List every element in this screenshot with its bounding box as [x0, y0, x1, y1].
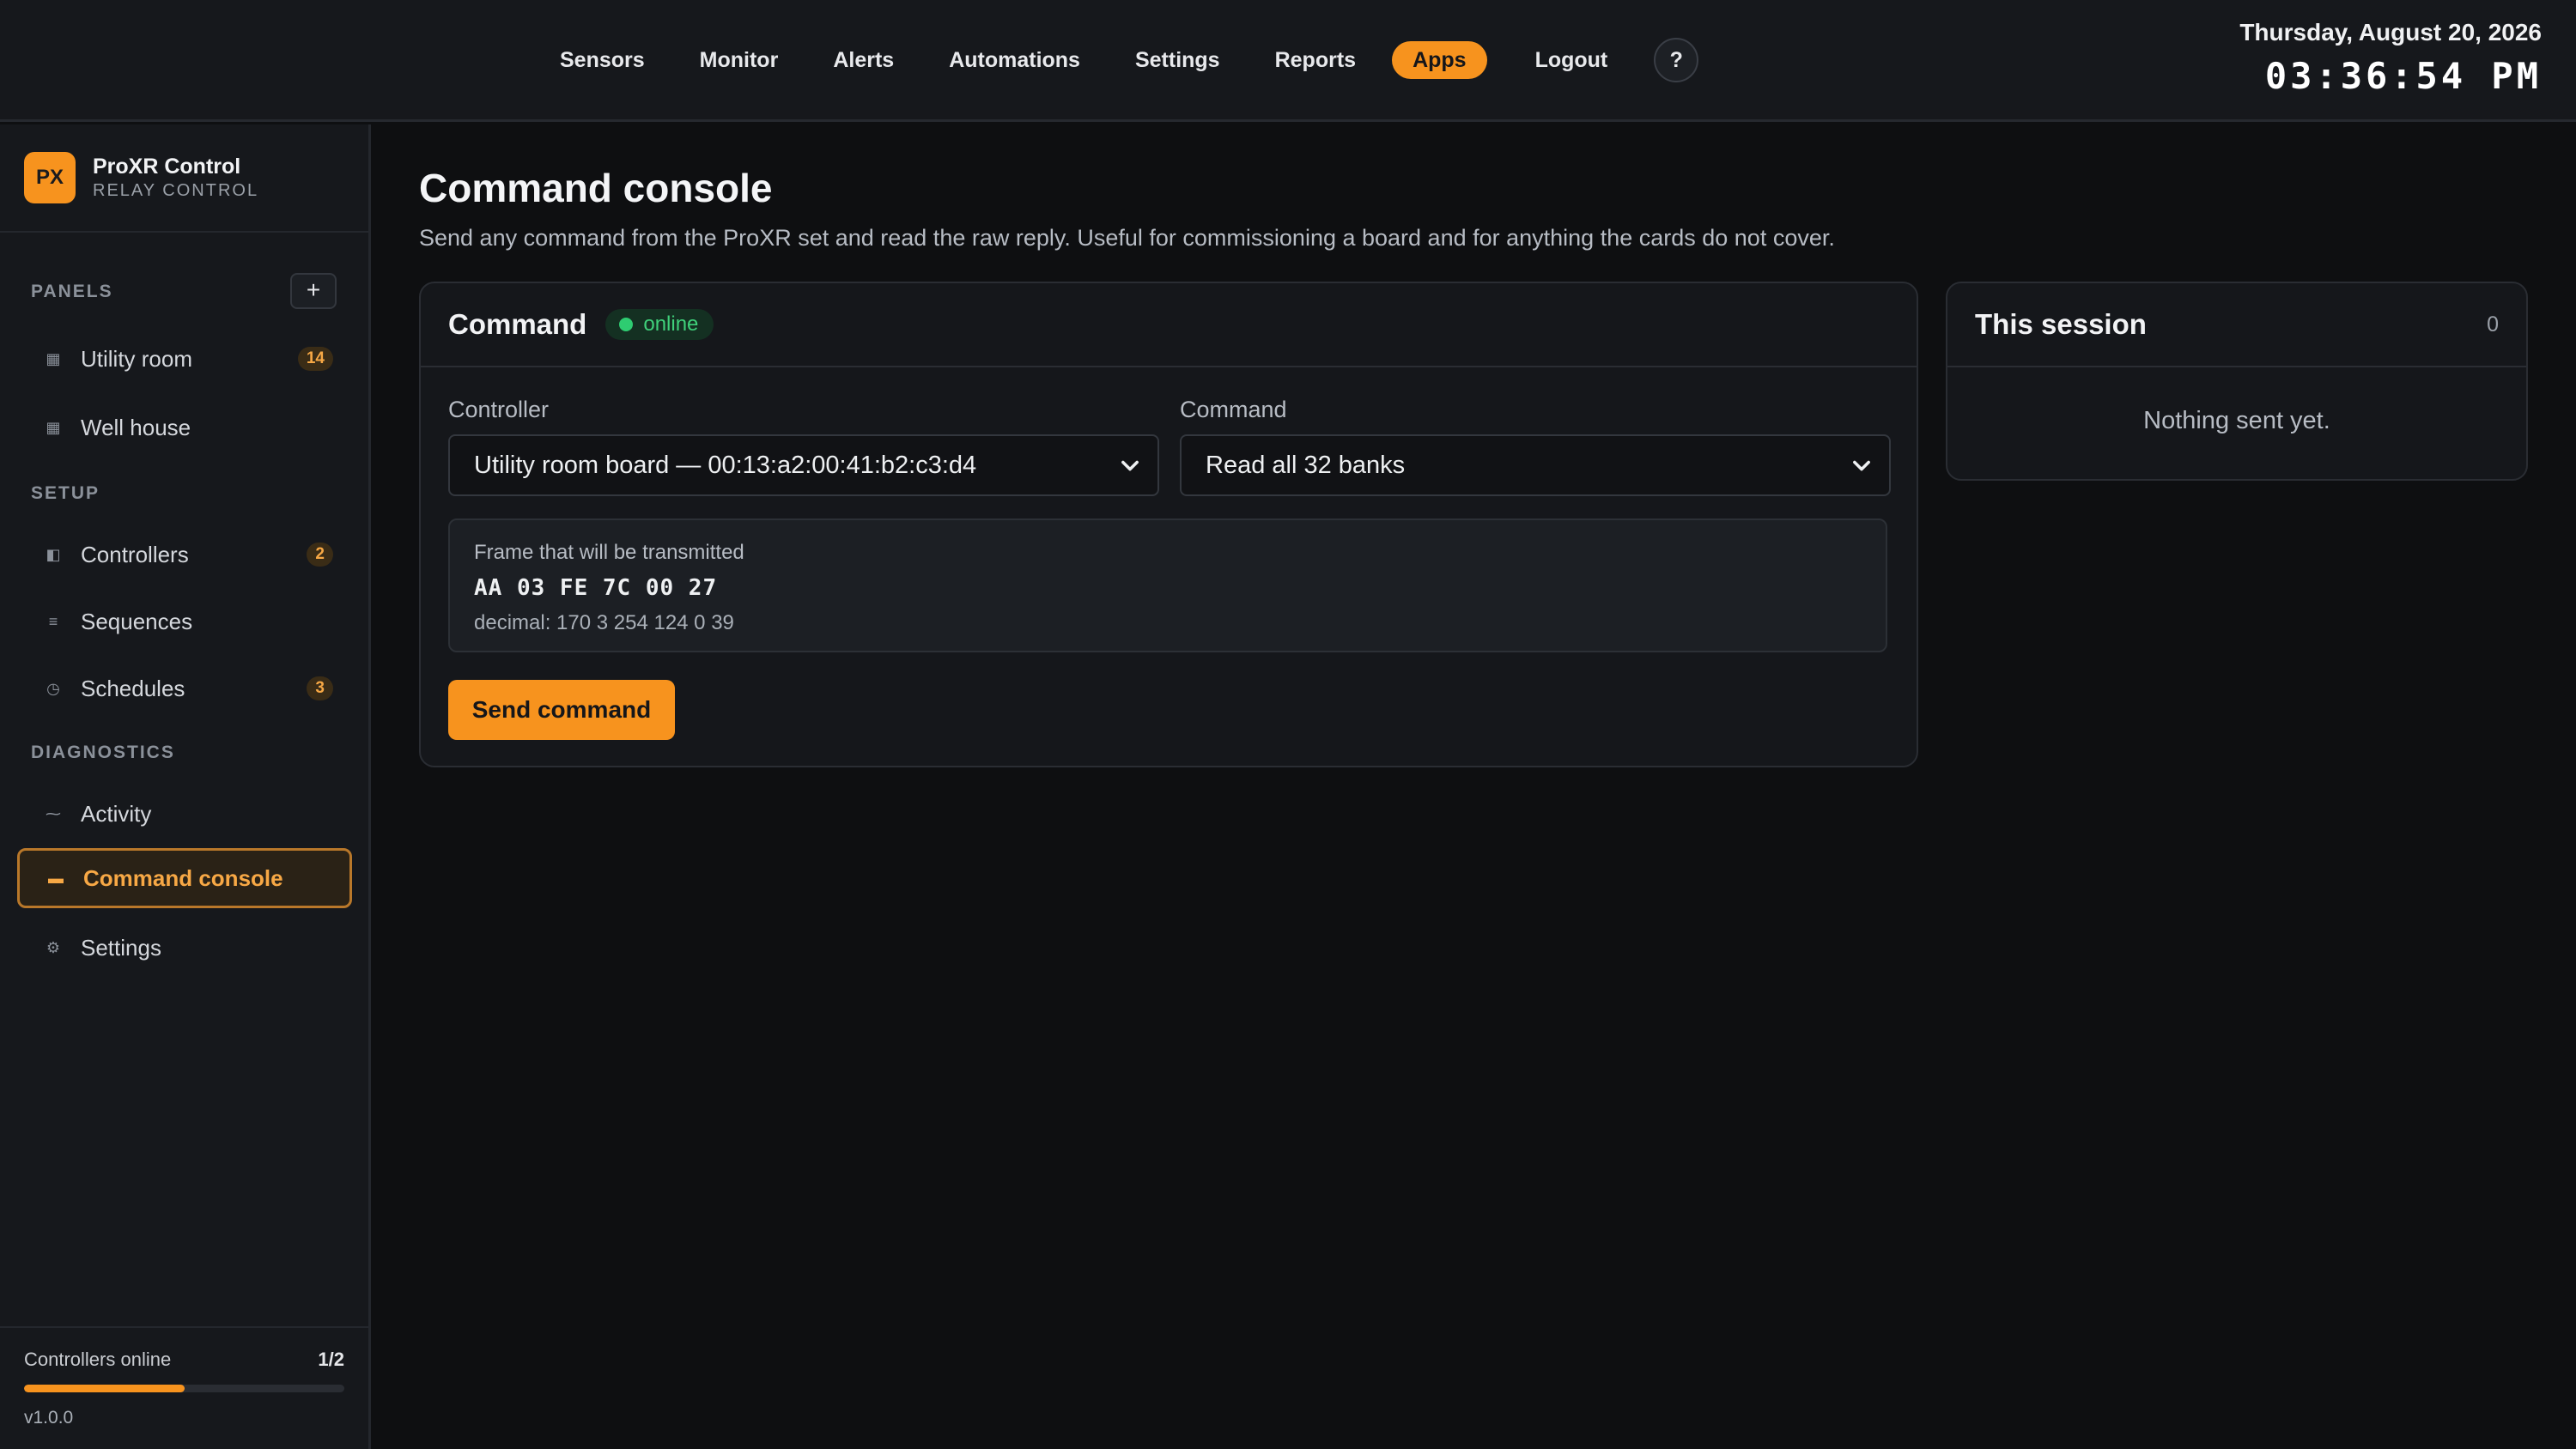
controllers-online-value: 1/2 [318, 1349, 344, 1370]
brand-subtitle: RELAY CONTROL [93, 181, 259, 200]
sidebar-item-settings[interactable]: ⚙ Settings [17, 918, 352, 978]
add-panel-button[interactable]: + [290, 273, 337, 309]
status-dot-icon [619, 318, 634, 331]
brand-logo: PX [24, 152, 76, 203]
clock-date: Thursday, August 20, 2026 [2239, 19, 2542, 45]
count-badge: 2 [307, 543, 333, 567]
controller-icon: ◧ [46, 545, 61, 563]
count-badge: 3 [307, 676, 333, 700]
status-text: online [643, 312, 699, 336]
command-card-header: Command online [421, 283, 1917, 367]
controller-select-value: Utility room board — 00:13:a2:00:41:b2:c… [474, 451, 977, 479]
nav-apps[interactable]: Apps [1392, 41, 1487, 79]
nav-sensors[interactable]: Sensors [532, 41, 672, 79]
command-label: Command [1180, 397, 1287, 422]
nav-reports[interactable]: Reports [1248, 41, 1383, 79]
clock: Thursday, August 20, 2026 03:36:54 PM [2239, 19, 2542, 97]
frame-hex: AA 03 FE 7C 00 27 [474, 575, 718, 601]
command-card: Command online Controller Utility room b… [419, 282, 1918, 767]
controller-select[interactable]: Utility room board — 00:13:a2:00:41:b2:c… [448, 434, 1159, 496]
sidebar-footer: Controllers online 1/2 v1.0.0 [0, 1326, 368, 1449]
sidebar-item-controllers[interactable]: ◧ Controllers 2 [17, 524, 352, 585]
brand: PX ProXR Control RELAY CONTROL [0, 124, 368, 233]
chevron-down-icon [1853, 460, 1870, 471]
gear-icon: ⚙ [46, 938, 61, 956]
grid-icon: ▦ [46, 349, 61, 367]
sidebar-item-schedules[interactable]: ◷ Schedules 3 [17, 658, 352, 718]
clock-time: 03:36:54 PM [2264, 55, 2542, 97]
page-description: Send any command from the ProXR set and … [419, 225, 1835, 251]
sidebar-item-command-console[interactable]: ▬ Command console [17, 848, 352, 908]
count-badge: 14 [297, 347, 333, 371]
frame-label: Frame that will be transmitted [474, 541, 744, 564]
command-card-title: Command [448, 308, 587, 340]
sidebar-item-utility-room[interactable]: ▦ Utility room 14 [17, 329, 352, 389]
help-button[interactable]: ? [1654, 38, 1699, 82]
sidebar-item-activity[interactable]: ⁓ Activity [17, 784, 352, 844]
section-label-diagnostics: DIAGNOSTICS [31, 743, 175, 762]
command-select[interactable]: Read all 32 banks [1180, 434, 1891, 496]
sidebar-item-label: Activity [81, 800, 152, 827]
sidebar-item-well-house[interactable]: ▦ Well house [17, 397, 352, 458]
status-badge: online [605, 309, 714, 340]
nav-alerts[interactable]: Alerts [805, 41, 921, 79]
list-icon: ≡ [48, 612, 58, 630]
command-select-value: Read all 32 banks [1206, 451, 1406, 479]
frame-decimal: decimal: 170 3 254 124 0 39 [474, 611, 734, 634]
session-count: 0 [2487, 312, 2499, 336]
activity-icon: ⁓ [46, 804, 61, 822]
top-bar: Sensors Monitor Alerts Automations Setti… [0, 0, 2576, 122]
sidebar-item-label: Well house [81, 414, 191, 440]
sidebar-item-label: Settings [81, 934, 161, 961]
page-title: Command console [419, 166, 773, 210]
console-icon: ▬ [48, 869, 64, 887]
sidebar: PX ProXR Control RELAY CONTROL PANELS + … [0, 124, 371, 1449]
controllers-progress-bar [24, 1385, 344, 1392]
sidebar-item-label: Schedules [81, 675, 185, 701]
sidebar-item-label: Controllers [81, 541, 189, 567]
nav-settings[interactable]: Settings [1108, 41, 1248, 79]
chevron-down-icon [1121, 460, 1139, 471]
clock-icon: ◷ [46, 679, 60, 697]
nav-monitor[interactable]: Monitor [672, 41, 806, 79]
main-nav: Sensors Monitor Alerts Automations Setti… [532, 38, 1699, 82]
empty-state: Nothing sent yet. [2143, 407, 2330, 434]
nav-logout[interactable]: Logout [1508, 41, 1636, 79]
session-card-header: This session 0 [1947, 283, 2526, 367]
session-card-title: This session [1975, 308, 2147, 340]
nav-automations[interactable]: Automations [921, 41, 1108, 79]
sidebar-item-sequences[interactable]: ≡ Sequences [17, 591, 352, 652]
grid-icon: ▦ [46, 418, 61, 436]
session-card: This session 0 Nothing sent yet. [1946, 282, 2528, 481]
frame-preview: Frame that will be transmitted AA 03 FE … [448, 518, 1887, 652]
section-label-panels: PANELS [31, 282, 113, 301]
sidebar-item-label: Sequences [81, 608, 193, 634]
section-label-setup: SETUP [31, 483, 100, 503]
version-label: v1.0.0 [24, 1408, 74, 1428]
sidebar-item-label: Command console [83, 864, 283, 891]
controllers-online-label: Controllers online [24, 1349, 172, 1370]
controller-label: Controller [448, 397, 550, 422]
brand-name: ProXR Control [93, 155, 241, 179]
send-command-button[interactable]: Send command [448, 680, 675, 740]
sidebar-item-label: Utility room [81, 345, 193, 372]
progress-fill [24, 1385, 185, 1392]
